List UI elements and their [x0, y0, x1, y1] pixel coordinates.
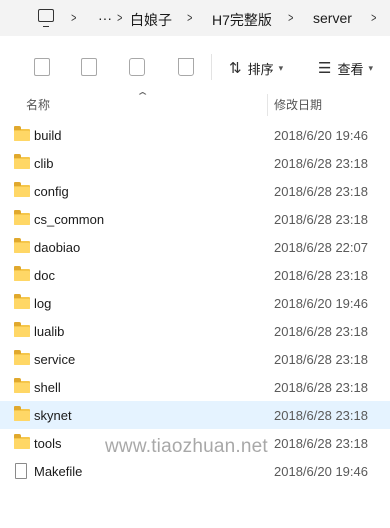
file-name: shell: [34, 380, 61, 395]
breadcrumb-item[interactable]: server: [313, 10, 352, 26]
list-item[interactable]: shell 2018/6/28 23:18: [0, 373, 390, 401]
chevron-down-icon: ▾: [368, 62, 373, 73]
list-item[interactable]: cs_common 2018/6/28 23:18: [0, 205, 390, 233]
command-bar: ⇅ 排序 ▾ ☰ 查看 ▾: [0, 44, 390, 90]
file-name: lualib: [34, 324, 65, 339]
list-item[interactable]: clib 2018/6/28 23:18: [0, 149, 390, 177]
share-icon[interactable]: [129, 58, 145, 76]
watermark: www.tiaozhuan.net: [105, 436, 268, 457]
sort-ascending-icon: ⌃: [135, 91, 150, 103]
list-item[interactable]: lualib 2018/6/28 23:18: [0, 317, 390, 345]
file-date: 2018/6/28 23:18: [274, 408, 368, 423]
file-date: 2018/6/28 23:18: [274, 436, 368, 451]
column-date[interactable]: 修改日期: [274, 96, 322, 113]
file-list: build 2018/6/20 19:46 clib 2018/6/28 23:18 c…: [0, 121, 390, 485]
breadcrumb-item[interactable]: H7完整版: [212, 10, 272, 30]
list-item[interactable]: build 2018/6/20 19:46: [0, 121, 390, 149]
file-name: config: [34, 184, 69, 199]
file-name: log: [34, 296, 52, 311]
column-divider[interactable]: [267, 94, 268, 116]
folder-icon: [14, 322, 30, 337]
toolbar-divider: [211, 54, 212, 80]
file-name: Makefile: [34, 464, 83, 479]
file-name: build: [34, 128, 62, 143]
file-date: 2018/6/20 19:46: [274, 128, 368, 143]
folder-icon: [14, 126, 30, 141]
file-date: 2018/6/28 23:18: [274, 380, 368, 395]
file-name: service: [34, 352, 76, 367]
chevron-down-icon: ▾: [278, 62, 284, 73]
file-date: 2018/6/20 19:46: [274, 464, 368, 479]
folder-icon: [14, 406, 30, 421]
list-item[interactable]: Makefile 2018/6/20 19:46: [0, 457, 390, 485]
folder-icon: [14, 210, 30, 225]
sort-button[interactable]: ⇅ 排序 ▾: [229, 57, 283, 79]
list-item[interactable]: log 2018/6/20 19:46: [0, 289, 390, 317]
folder-icon: [14, 378, 30, 393]
file-name: clib: [34, 156, 54, 171]
file-date: 2018/6/28 23:18: [274, 184, 368, 199]
folder-icon: [14, 350, 30, 365]
folder-icon: [14, 434, 30, 449]
column-name[interactable]: 名称: [26, 96, 50, 113]
delete-icon[interactable]: [178, 58, 194, 76]
view-list-icon: ☰: [318, 60, 332, 77]
folder-icon: [14, 266, 30, 281]
this-pc-icon[interactable]: [38, 9, 54, 27]
file-date: 2018/6/28 22:07: [274, 240, 368, 255]
chevron-right-icon[interactable]: >: [371, 10, 376, 25]
list-item[interactable]: service 2018/6/28 23:18: [0, 345, 390, 373]
file-date: 2018/6/28 23:18: [274, 212, 368, 227]
view-label: 查看: [337, 61, 364, 77]
file-date: 2018/6/28 23:18: [274, 352, 368, 367]
folder-icon: [14, 154, 30, 169]
copy-icon[interactable]: [34, 58, 50, 76]
column-header: ⌃ 名称 修改日期: [0, 90, 390, 118]
chevron-right-icon[interactable]: >: [117, 10, 122, 25]
sort-label: 排序: [247, 61, 274, 77]
list-item[interactable]: daobiao 2018/6/28 22:07: [0, 233, 390, 261]
file-icon: [15, 463, 27, 479]
address-bar[interactable]: > ··· > 白娘子 > H7完整版 > server >: [0, 0, 390, 36]
list-item[interactable]: doc 2018/6/28 23:18: [0, 261, 390, 289]
file-name: tools: [34, 436, 62, 451]
file-name: cs_common: [34, 212, 105, 227]
chevron-right-icon[interactable]: >: [187, 10, 192, 25]
breadcrumb-item[interactable]: 白娘子: [130, 10, 172, 30]
sort-icon: ⇅: [229, 60, 242, 77]
file-name: doc: [34, 268, 55, 283]
breadcrumb-more[interactable]: ···: [98, 10, 112, 26]
file-name: daobiao: [34, 240, 81, 255]
folder-icon: [14, 294, 30, 309]
file-date: 2018/6/28 23:18: [274, 156, 368, 171]
chevron-right-icon[interactable]: >: [288, 10, 293, 25]
file-name: skynet: [34, 408, 72, 423]
list-item[interactable]: skynet 2018/6/28 23:18: [0, 401, 390, 429]
chevron-right-icon[interactable]: >: [71, 10, 76, 25]
file-date: 2018/6/28 23:18: [274, 324, 368, 339]
folder-icon: [14, 182, 30, 197]
file-date: 2018/6/28 23:18: [274, 268, 368, 283]
list-item[interactable]: config 2018/6/28 23:18: [0, 177, 390, 205]
folder-icon: [14, 238, 30, 253]
file-date: 2018/6/20 19:46: [274, 296, 368, 311]
rename-icon[interactable]: [81, 58, 97, 76]
view-button[interactable]: ☰ 查看 ▾: [318, 57, 373, 79]
